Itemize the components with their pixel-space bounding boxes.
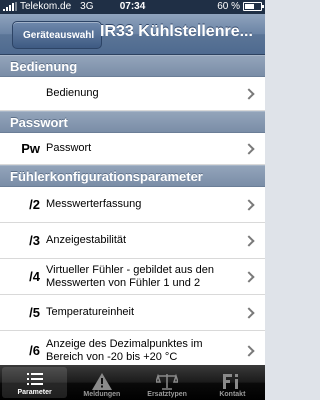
section-header-bedienung: Bedienung: [0, 55, 265, 77]
tab-ersatztypen[interactable]: Ersatztypen: [135, 365, 200, 400]
tab-label: Meldungen: [83, 391, 121, 398]
section-header-fuehlerkonfiguration: Fühlerkonfigurationsparameter: [0, 165, 265, 187]
item-label: Bedienung: [46, 87, 99, 99]
tab-label: Kontakt: [219, 391, 246, 398]
list-item-bedienung[interactable]: Bedienung: [0, 77, 265, 111]
item-code: Pw: [21, 141, 40, 156]
section-header-passwort: Passwort: [0, 111, 265, 133]
chevron-right-icon: [243, 306, 255, 319]
list-icon: [26, 370, 43, 388]
tab-parameter[interactable]: Parameter: [2, 367, 68, 398]
warning-icon: [91, 372, 112, 390]
tab-label: Parameter: [17, 389, 52, 396]
list-item-param-4[interactable]: /4 Virtueller Fühler - gebildet aus den …: [0, 259, 265, 295]
back-button-label: Geräteauswahl: [23, 29, 95, 41]
item-label: Passwort: [46, 142, 92, 154]
battery-icon: [243, 2, 264, 11]
scale-icon: [156, 372, 179, 390]
tab-meldungen[interactable]: Meldungen: [69, 365, 134, 400]
tab-kontakt[interactable]: Kontakt: [200, 365, 265, 400]
tab-label: Ersatztypen: [147, 391, 187, 398]
chevron-right-icon: [243, 198, 255, 211]
chevron-right-icon: [243, 87, 255, 100]
item-label: Anzeigestabilität: [46, 234, 127, 246]
item-label: Messwerterfassung: [46, 198, 142, 210]
page-title: IR33 Kühlstellenre...: [100, 23, 253, 40]
fi-logo-icon: [222, 372, 242, 390]
list-item-passwort[interactable]: Pw Passwort: [0, 133, 265, 165]
item-label: Temperatureinheit: [46, 306, 135, 318]
parameter-list: Bedienung Bedienung Passwort Pw Passwort…: [0, 55, 265, 365]
list-item-param-5[interactable]: /5 Temperatureinheit: [0, 295, 265, 331]
tab-bar: Parameter Meldungen Ersatztypen Kontakt: [0, 365, 265, 400]
item-code: /6: [29, 343, 40, 358]
back-button[interactable]: Geräteauswahl: [12, 21, 103, 49]
item-code: /5: [29, 305, 40, 320]
item-label: Virtueller Fühler - gebildet aus den Mes…: [46, 263, 214, 289]
list-item-param-6[interactable]: /6 Anzeige des Dezimalpunktes im Bereich…: [0, 331, 265, 365]
status-bar: Telekom.de 3G 07:34 60 %: [0, 0, 265, 14]
list-item-param-2[interactable]: /2 Messwerterfassung: [0, 187, 265, 223]
battery-info: 60 %: [217, 1, 264, 12]
item-code: /3: [29, 233, 40, 248]
item-code: /4: [29, 269, 40, 284]
battery-percent: 60 %: [217, 1, 240, 12]
chevron-right-icon: [243, 234, 255, 247]
chevron-right-icon: [243, 142, 255, 155]
item-label: Anzeige des Dezimalpunktes im Bereich vo…: [46, 337, 203, 363]
list-item-param-3[interactable]: /3 Anzeigestabilität: [0, 223, 265, 259]
item-code: /2: [29, 197, 40, 212]
navigation-bar: Geräteauswahl IR33 Kühlstellenre...: [0, 14, 265, 55]
